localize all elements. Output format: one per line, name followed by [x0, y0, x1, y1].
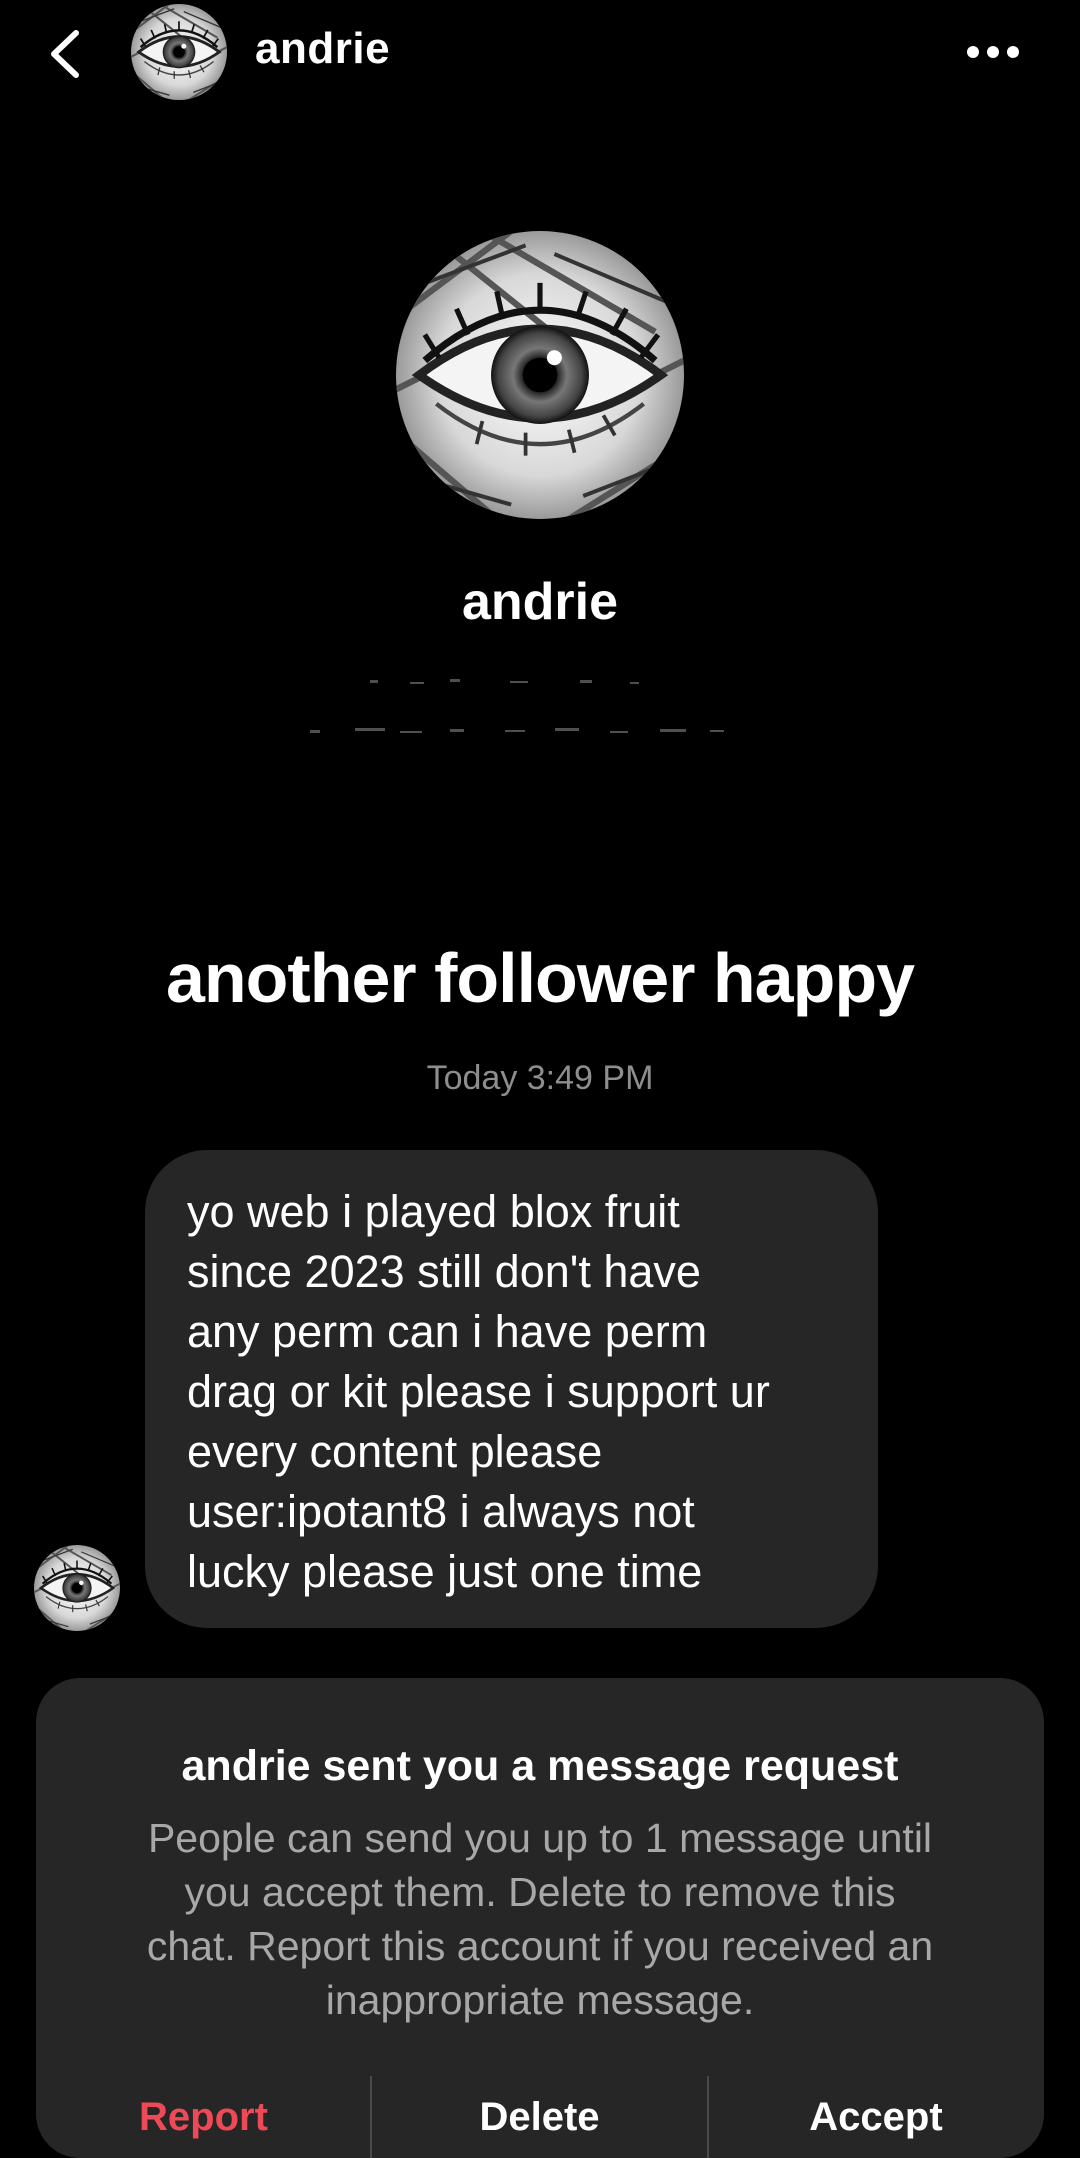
message-line: user:ipotant8 i always not [187, 1486, 695, 1537]
sender-avatar[interactable] [34, 1545, 120, 1631]
message-line: yo web i played blox fruit [187, 1186, 680, 1237]
thread-title-message: another follower happy [165, 939, 915, 1017]
more-options-icon[interactable] [958, 22, 1028, 82]
message-line: any perm can i have perm [187, 1306, 708, 1357]
header-avatar[interactable] [131, 4, 227, 100]
request-actions: Report Delete Accept [36, 2076, 1044, 2158]
top-bar: andrie [0, 0, 1080, 110]
message-line: since 2023 still don't have [187, 1246, 701, 1297]
back-chevron-icon[interactable] [40, 18, 90, 88]
profile-name: andrie [461, 573, 619, 631]
blurred-bio [300, 660, 780, 750]
request-line: chat. Report this account if you receive… [146, 1923, 934, 1969]
message-bubble[interactable]: yo web i played blox fruit since 2023 st… [145, 1150, 878, 1628]
profile-avatar[interactable] [396, 231, 684, 519]
message-request-panel: andrie sent you a message request People… [36, 1678, 1044, 2158]
report-button[interactable]: Report [36, 2076, 371, 2158]
message-line: every content please [187, 1426, 603, 1477]
delete-button[interactable]: Delete [371, 2076, 708, 2158]
message-line: lucky please just one time [187, 1546, 703, 1597]
request-line: you accept them. Delete to remove this [184, 1869, 896, 1915]
header-username[interactable]: andrie [255, 24, 390, 74]
message-line: drag or kit please i support ur [187, 1366, 770, 1417]
request-description: People can send you up to 1 message unti… [86, 1811, 994, 2027]
message-timestamp: Today 3:49 PM [426, 1059, 654, 1097]
request-line: People can send you up to 1 message unti… [147, 1815, 933, 1861]
accept-button[interactable]: Accept [708, 2076, 1044, 2158]
request-line: inappropriate message. [325, 1977, 755, 2023]
request-title: andrie sent you a message request [181, 1742, 899, 1790]
